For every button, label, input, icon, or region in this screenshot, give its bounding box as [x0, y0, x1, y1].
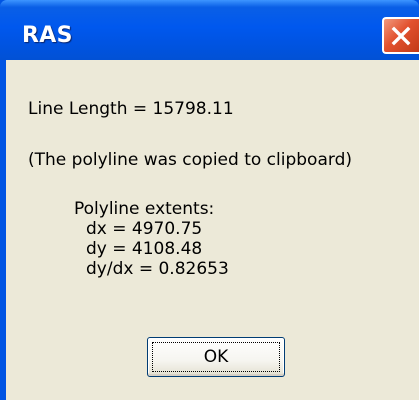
- title-bar[interactable]: RAS: [0, 0, 419, 60]
- close-icon: [391, 26, 411, 46]
- ok-button[interactable]: OK: [147, 337, 285, 377]
- dialog-body: Line Length = 15798.11 (The polyline was…: [6, 60, 419, 400]
- dy-value: dy = 4108.48: [86, 239, 203, 259]
- extents-heading: Polyline extents:: [74, 199, 215, 219]
- ok-button-label: OK: [203, 347, 229, 367]
- line-length-text: Line Length = 15798.11: [28, 99, 234, 119]
- close-button[interactable]: [382, 17, 419, 54]
- polyline-extents: Polyline extents: dx = 4970.75 dy = 4108…: [74, 199, 229, 279]
- message-dialog: RAS Line Length = 15798.11 (The polyline…: [0, 0, 419, 400]
- window-title: RAS: [22, 23, 73, 48]
- clipboard-note-text: (The polyline was copied to clipboard): [28, 150, 352, 170]
- dy-dx-ratio: dy/dx = 0.82653: [86, 259, 229, 279]
- dx-value: dx = 4970.75: [86, 219, 203, 239]
